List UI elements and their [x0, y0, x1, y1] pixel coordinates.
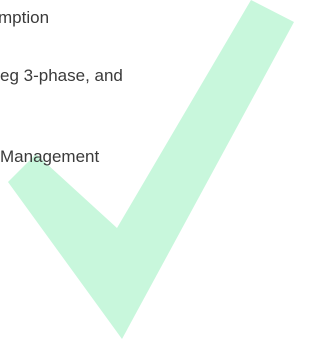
- checkmark-icon: [8, 0, 294, 339]
- text-line-phase: eg 3-phase, and: [0, 66, 123, 85]
- text-line-consumption: mption: [0, 8, 50, 27]
- slide-canvas: mption eg 3-phase, and Management: [0, 0, 294, 339]
- text-line-management: Management: [0, 147, 100, 166]
